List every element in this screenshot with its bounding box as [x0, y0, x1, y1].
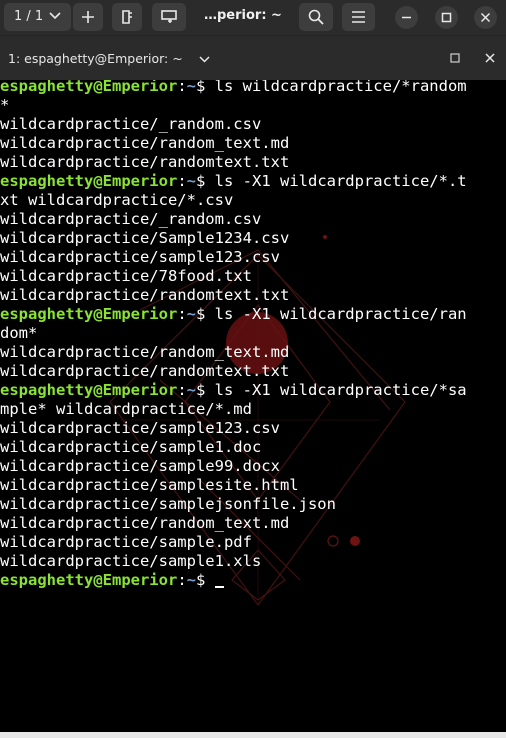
output-line: *	[0, 96, 10, 114]
menu-button[interactable]	[342, 3, 375, 31]
header-bar: 1 / 1 …perior: ~	[0, 0, 506, 35]
close-icon[interactable]	[485, 53, 495, 63]
tab-title[interactable]: 1: espaghetty@Emperior: ~	[8, 51, 183, 66]
maximize-icon	[441, 12, 452, 23]
output-line: wildcardpractice/samplesite.html	[0, 476, 299, 494]
maximize-button[interactable]	[435, 6, 458, 29]
output-line: mple* wildcardpractice/*.md	[0, 400, 252, 418]
command-text: $ ls wildcardpractice/*random	[196, 80, 467, 95]
output-line: wildcardpractice/_random.csv	[0, 115, 262, 133]
prompt-user: espaghetty@Emperior	[0, 381, 178, 399]
chevron-down-icon	[49, 12, 61, 20]
output-line: wildcardpractice/sample1.doc	[0, 438, 262, 456]
split-terminal-button[interactable]	[152, 3, 186, 31]
output-line: wildcardpractice/sample99.docx	[0, 457, 280, 475]
output-line: wildcardpractice/sample123.csv	[0, 419, 280, 437]
text-cursor	[214, 586, 224, 588]
output-line: wildcardpractice/sample1.xls	[0, 552, 262, 570]
prompt-path: ~	[186, 305, 196, 323]
prompt-line: espaghetty@Emperior:~$ ls wildcardpracti…	[0, 80, 506, 96]
terminal-window: 1 / 1 …perior: ~ 1: espaghetty@Emperior:…	[0, 0, 506, 738]
output-line: wildcardpractice/78food.txt	[0, 267, 252, 285]
tab-counter-label: 1 / 1	[14, 9, 44, 24]
prompt-user: espaghetty@Emperior	[0, 305, 178, 323]
output-line: xt wildcardpractice/*.csv	[0, 191, 234, 209]
terminal-tab-bar: 1: espaghetty@Emperior: ~	[0, 35, 506, 80]
terminal-area[interactable]: espaghetty@Emperior:~$ ls wildcardpracti…	[0, 80, 506, 732]
prompt-separator: :	[177, 80, 187, 95]
prompt-line: espaghetty@Emperior:~$ ls -X1 wildcardpr…	[0, 381, 506, 400]
output-line: dom*	[0, 324, 38, 342]
prompt-user: espaghetty@Emperior	[0, 172, 178, 190]
prompt-user: espaghetty@Emperior	[0, 80, 178, 95]
prompt-separator: :	[177, 381, 187, 399]
command-text: $ ls -X1 wildcardpractice/*sa	[196, 381, 467, 399]
detach-tab-button[interactable]	[112, 3, 142, 31]
close-button[interactable]	[474, 6, 497, 29]
prompt-user: espaghetty@Emperior	[0, 571, 178, 589]
chevron-down-icon[interactable]	[199, 56, 210, 63]
prompt-line: espaghetty@Emperior:~$ ls -X1 wildcardpr…	[0, 172, 506, 191]
search-button[interactable]	[299, 3, 333, 31]
prompt-path: ~	[186, 172, 196, 190]
output-line: wildcardpractice/_random.csv	[0, 210, 262, 228]
terminal-output: espaghetty@Emperior:~$ ls wildcardpracti…	[0, 80, 506, 590]
search-icon	[308, 9, 324, 25]
output-line: wildcardpractice/random_text.md	[0, 514, 290, 532]
tab-counter-dropdown[interactable]: 1 / 1	[4, 3, 71, 31]
minimize-button[interactable]	[395, 6, 418, 29]
output-line: wildcardpractice/sample123.csv	[0, 248, 280, 266]
output-line: wildcardpractice/sample.pdf	[0, 533, 252, 551]
hamburger-menu-icon	[352, 11, 365, 23]
window-title: …perior: ~	[204, 8, 282, 23]
close-icon	[480, 12, 491, 23]
command-text: $	[196, 571, 215, 589]
command-text: $ ls -X1 wildcardpractice/*.t	[196, 172, 467, 190]
prompt-separator: :	[177, 172, 187, 190]
output-line: wildcardpractice/randomtext.txt	[0, 153, 290, 171]
prompt-separator: :	[177, 571, 187, 589]
prompt-separator: :	[177, 305, 187, 323]
output-line: wildcardpractice/samplejsonfile.json	[0, 495, 336, 513]
output-line: wildcardpractice/random_text.md	[0, 134, 290, 152]
maximize-icon[interactable]	[450, 53, 460, 63]
prompt-line: espaghetty@Emperior:~$	[0, 571, 506, 590]
prompt-line: espaghetty@Emperior:~$ ls -X1 wildcardpr…	[0, 305, 506, 324]
split-terminal-icon	[122, 10, 132, 24]
new-tab-button[interactable]	[73, 3, 103, 31]
output-line: wildcardpractice/random_text.md	[0, 343, 290, 361]
minimize-icon	[402, 16, 411, 19]
output-line: wildcardpractice/randomtext.txt	[0, 362, 290, 380]
bottom-edge	[0, 732, 506, 738]
output-line: wildcardpractice/randomtext.txt	[0, 286, 290, 304]
plus-icon	[82, 11, 94, 23]
prompt-path: ~	[186, 571, 196, 589]
output-line: wildcardpractice/Sample1234.csv	[0, 229, 290, 247]
command-text: $ ls -X1 wildcardpractice/ran	[196, 305, 467, 323]
prompt-path: ~	[186, 80, 196, 95]
prompt-path: ~	[186, 381, 196, 399]
split-terminal-icon	[161, 10, 177, 23]
